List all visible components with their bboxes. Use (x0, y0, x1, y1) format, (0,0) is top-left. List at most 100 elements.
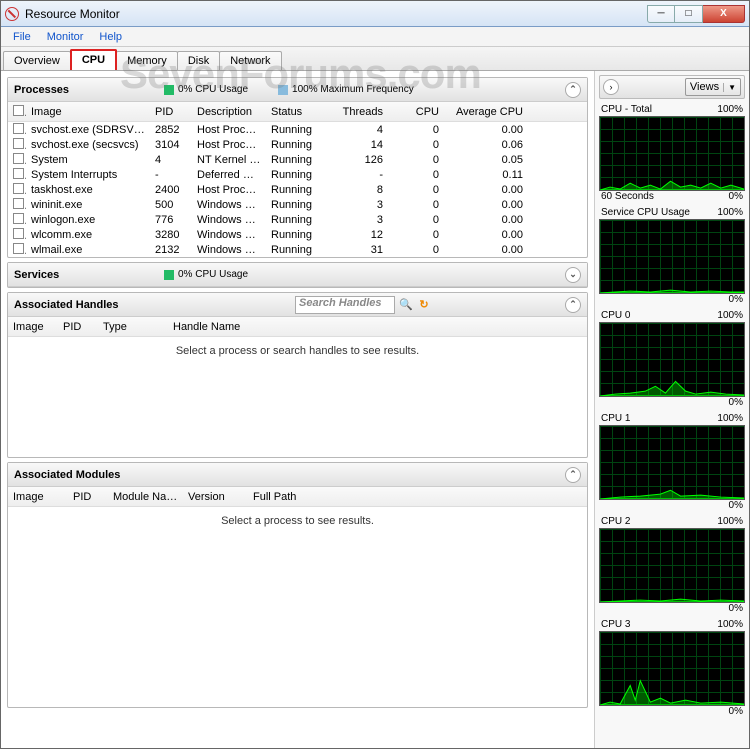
row-checkbox[interactable] (13, 153, 24, 164)
handles-columns: Image PID Type Handle Name (8, 317, 587, 337)
modules-panel: Associated Modules ⌃ Image PID Module Na… (7, 462, 588, 708)
cpu-chart: Service CPU Usage100%0% (599, 206, 745, 307)
mcol-full-path[interactable]: Full Path (248, 491, 587, 503)
views-button[interactable]: Views▼ (685, 78, 741, 96)
col-status[interactable]: Status (266, 106, 326, 118)
maximize-button[interactable]: □ (675, 5, 703, 23)
search-icon[interactable]: 🔍 (398, 297, 414, 313)
search-wrap: Search Handles 🔍 ↻ (295, 296, 434, 314)
mcol-pid[interactable]: PID (68, 491, 108, 503)
row-checkbox[interactable] (13, 198, 24, 209)
handles-title: Associated Handles (14, 299, 164, 311)
col-avg-cpu[interactable]: Average CPU (444, 106, 528, 118)
row-checkbox[interactable] (13, 123, 24, 134)
expand-icon[interactable]: ⌄ (565, 267, 581, 283)
menu-file[interactable]: File (5, 29, 39, 45)
mcol-module-name[interactable]: Module Name (108, 491, 183, 503)
row-checkbox[interactable] (13, 228, 24, 239)
menu-bar: File Monitor Help (1, 27, 749, 47)
modules-empty-msg: Select a process to see results. (8, 507, 587, 707)
content-area: Processes 0% CPU Usage 100% Maximum Freq… (1, 71, 749, 748)
right-pane: › Views▼ CPU - Total100%60 Seconds0%Serv… (594, 71, 749, 748)
cpu-chart: CPU 2100%0% (599, 515, 745, 616)
tab-bar: Overview CPU Memory Disk Network (1, 47, 749, 71)
processes-panel: Processes 0% CPU Usage 100% Maximum Freq… (7, 77, 588, 258)
processes-rows: svchost.exe (SDRSVC)2852Host Process ...… (8, 122, 587, 257)
services-title: Services (14, 269, 164, 281)
window-title: Resource Monitor (25, 7, 647, 21)
table-row[interactable]: System4NT Kernel & S...Running12600.05 (8, 152, 587, 167)
menu-help[interactable]: Help (91, 29, 130, 45)
cpu-chart: CPU 1100%0% (599, 412, 745, 513)
table-row[interactable]: wlmail.exe2132Windows Live...Running3100… (8, 242, 587, 257)
charts-column: CPU - Total100%60 Seconds0%Service CPU U… (599, 103, 745, 719)
col-cpu[interactable]: CPU (388, 106, 444, 118)
chart-canvas (599, 116, 745, 191)
hcol-image[interactable]: Image (8, 321, 58, 333)
col-threads[interactable]: Threads (326, 106, 388, 118)
collapse-right-icon[interactable]: › (603, 79, 619, 95)
hcol-pid[interactable]: PID (58, 321, 98, 333)
cpu-chart: CPU - Total100%60 Seconds0% (599, 103, 745, 204)
tab-disk[interactable]: Disk (177, 51, 220, 70)
chart-canvas (599, 631, 745, 706)
table-row[interactable]: winlogon.exe776Windows Log...Running300.… (8, 212, 587, 227)
window-controls: ─ □ X (647, 5, 745, 23)
col-description[interactable]: Description (192, 106, 266, 118)
col-pid[interactable]: PID (150, 106, 192, 118)
hcol-type[interactable]: Type (98, 321, 168, 333)
row-checkbox[interactable] (13, 138, 24, 149)
mcol-version[interactable]: Version (183, 491, 248, 503)
refresh-icon[interactable]: ↻ (416, 297, 432, 313)
collapse-icon[interactable]: ⌃ (565, 82, 581, 98)
search-handles-input[interactable]: Search Handles (295, 296, 395, 314)
handles-header[interactable]: Associated Handles Search Handles 🔍 ↻ ⌃ (8, 293, 587, 317)
tab-overview[interactable]: Overview (3, 51, 71, 70)
services-cpu-stat: 0% CPU Usage (164, 269, 248, 280)
handles-empty-msg: Select a process or search handles to se… (8, 337, 587, 457)
tab-memory[interactable]: Memory (116, 51, 178, 70)
table-row[interactable]: svchost.exe (secsvcs)3104Host Process ..… (8, 137, 587, 152)
left-pane: Processes 0% CPU Usage 100% Maximum Freq… (1, 71, 594, 748)
dropdown-icon: ▼ (723, 83, 736, 92)
close-button[interactable]: X (703, 5, 745, 23)
row-checkbox[interactable] (13, 168, 24, 179)
table-row[interactable]: System Interrupts-Deferred Proc...Runnin… (8, 167, 587, 182)
handles-panel: Associated Handles Search Handles 🔍 ↻ ⌃ … (7, 292, 588, 458)
chart-canvas (599, 322, 745, 397)
table-row[interactable]: wininit.exe500Windows Sta...Running300.0… (8, 197, 587, 212)
collapse-icon[interactable]: ⌃ (565, 467, 581, 483)
processes-columns: Image PID Description Status Threads CPU… (8, 102, 587, 122)
mcol-image[interactable]: Image (8, 491, 68, 503)
title-bar[interactable]: Resource Monitor ─ □ X (1, 1, 749, 27)
max-freq-stat: 100% Maximum Frequency (278, 84, 414, 95)
table-row[interactable]: taskhost.exe2400Host Process ...Running8… (8, 182, 587, 197)
services-panel: Services 0% CPU Usage ⌄ (7, 262, 588, 288)
green-square-icon (164, 270, 174, 280)
app-icon (5, 7, 19, 21)
tab-cpu[interactable]: CPU (70, 49, 117, 70)
select-all-checkbox[interactable] (13, 105, 24, 116)
collapse-icon[interactable]: ⌃ (565, 297, 581, 313)
cpu-usage-stat: 0% CPU Usage (164, 84, 248, 95)
minimize-button[interactable]: ─ (647, 5, 675, 23)
cpu-chart: CPU 3100%0% (599, 618, 745, 719)
green-square-icon (164, 85, 174, 95)
chart-canvas (599, 528, 745, 603)
row-checkbox[interactable] (13, 213, 24, 224)
blue-square-icon (278, 85, 288, 95)
tab-network[interactable]: Network (219, 51, 281, 70)
processes-title: Processes (14, 84, 164, 96)
row-checkbox[interactable] (13, 243, 24, 254)
col-image[interactable]: Image (26, 106, 150, 118)
resource-monitor-window: Resource Monitor ─ □ X File Monitor Help… (0, 0, 750, 749)
table-row[interactable]: svchost.exe (SDRSVC)2852Host Process ...… (8, 122, 587, 137)
table-row[interactable]: wlcomm.exe3280Windows Live...Running1200… (8, 227, 587, 242)
services-header[interactable]: Services 0% CPU Usage ⌄ (8, 263, 587, 287)
row-checkbox[interactable] (13, 183, 24, 194)
modules-header[interactable]: Associated Modules ⌃ (8, 463, 587, 487)
processes-header[interactable]: Processes 0% CPU Usage 100% Maximum Freq… (8, 78, 587, 102)
menu-monitor[interactable]: Monitor (39, 29, 92, 45)
hcol-handle-name[interactable]: Handle Name (168, 321, 587, 333)
right-toolbar: › Views▼ (599, 75, 745, 99)
